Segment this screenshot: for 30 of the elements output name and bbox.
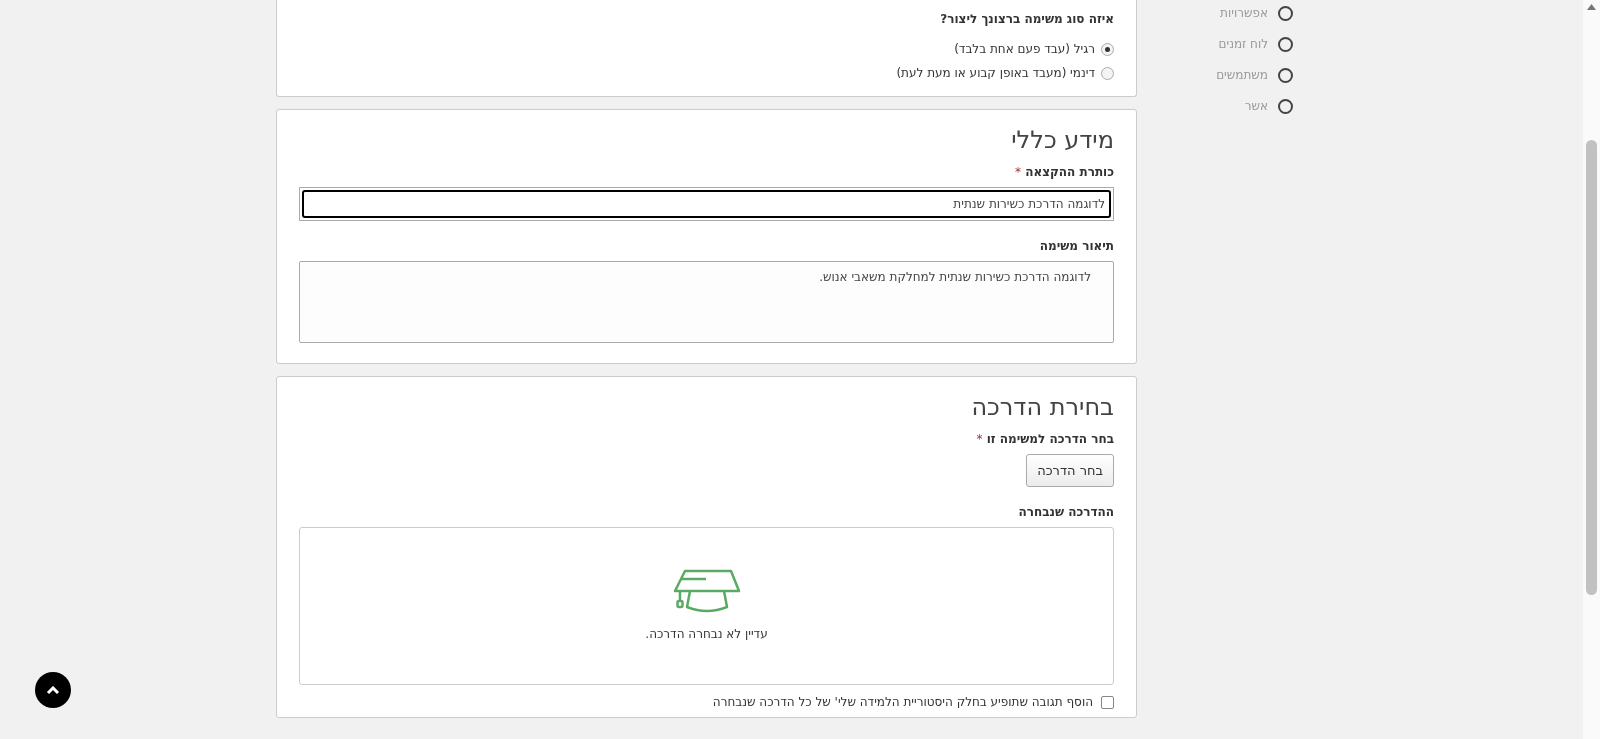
field-label: בחר הדרכה למשימה זו * — [976, 430, 1114, 448]
step-label[interactable]: אפשרויות — [1220, 4, 1268, 22]
field-label: כותרת ההקצאה * — [1014, 163, 1114, 181]
checkbox-label: הוסף תגובה שתופיע בחלק היסטוריית הלמידה שלי' של כל הדרכה שנבחרה — [712, 694, 1093, 712]
scroll-up-icon[interactable] — [1587, 4, 1596, 10]
checkbox[interactable] — [1101, 695, 1114, 709]
step-circle-icon — [1278, 5, 1293, 21]
question-label: איזה סוג משימה ברצונך ליצור? — [940, 11, 1114, 28]
scrollbar[interactable] — [1583, 0, 1600, 739]
radio-button[interactable] — [1101, 66, 1114, 80]
section-title: בחירת הדרכה — [970, 392, 1114, 422]
radio-label: רגיל (עבד פעם אחת בלבד) — [954, 41, 1095, 58]
radio-label: דינמי (מעבד באופן קבוע או מעת לעת) — [896, 65, 1095, 82]
step-circle-icon — [1278, 98, 1293, 114]
step-label[interactable]: משתמשים — [1216, 66, 1268, 84]
chevron-up-icon — [46, 685, 60, 695]
step-circle-icon — [1278, 67, 1293, 83]
back-to-top-button[interactable] — [35, 672, 71, 708]
step-label[interactable]: אשר — [1244, 97, 1268, 115]
text-field[interactable]: לדוגמה הדרכת כשירות שנתית — [299, 186, 1114, 221]
step-label[interactable]: לוח זמנים — [1218, 35, 1268, 53]
field-label: תיאור משימה — [1039, 237, 1114, 255]
description-field[interactable]: לדוגמה הדרכת כשירות שנתית למחלקת משאבי אנוש. — [299, 260, 1114, 343]
section-title: מידע כללי — [1010, 126, 1114, 155]
radio-button[interactable] — [1101, 42, 1114, 56]
scrollbar-thumb[interactable] — [1586, 140, 1597, 595]
field-label: ההדרכה שנבחרה — [1018, 504, 1114, 522]
empty-message: עדיין לא נבחרה הדרכה. — [645, 626, 768, 644]
step-circle-icon — [1278, 36, 1293, 52]
select-training-button[interactable]: בחר הדרכה — [1026, 453, 1114, 488]
